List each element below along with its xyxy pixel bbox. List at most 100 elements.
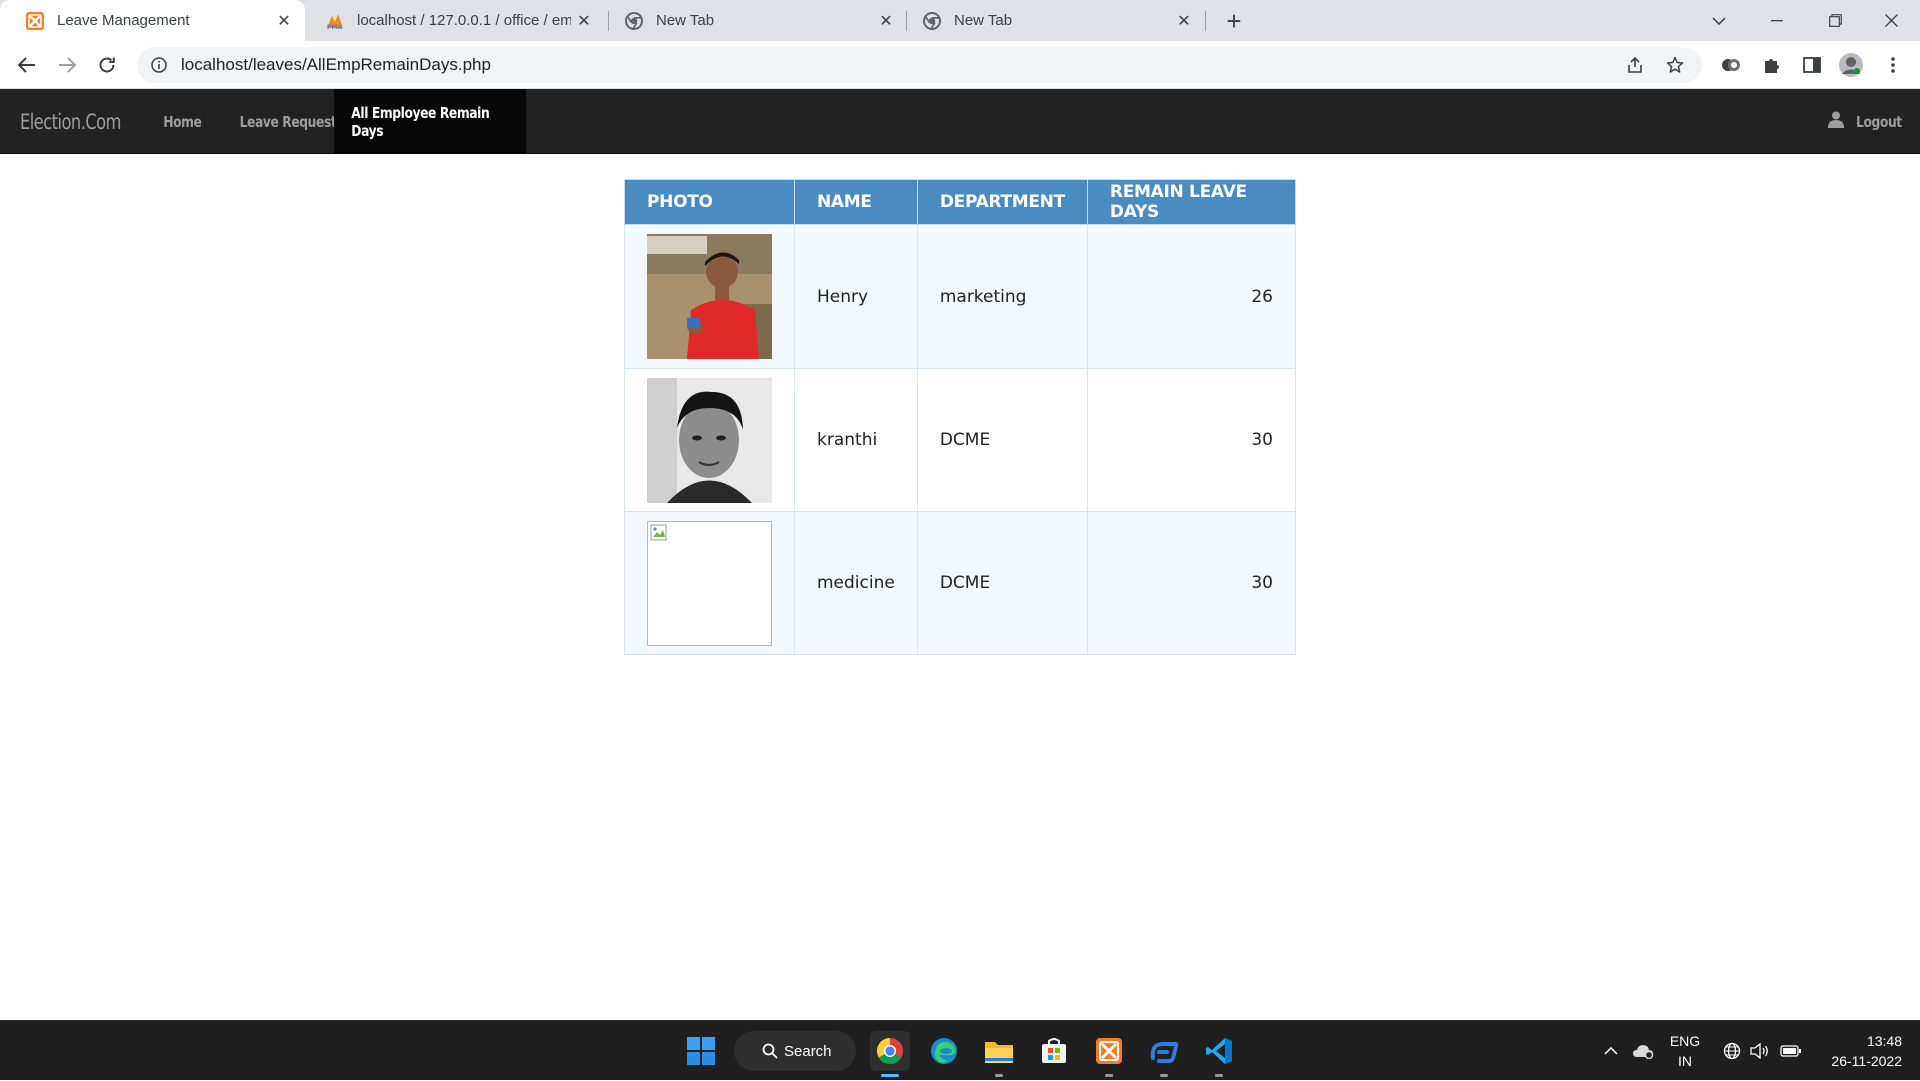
region-label: IN [1678, 1053, 1692, 1069]
header-department: DEPARTMENT [916, 179, 1088, 225]
running-indicator [1105, 1074, 1113, 1077]
reload-button[interactable] [92, 50, 122, 80]
name-cell: medicine [794, 511, 918, 655]
volume-icon[interactable] [1748, 1021, 1772, 1081]
nav-home-label: Home [163, 112, 202, 131]
browser-tab-strip: Leave Management ✕ PMA localhost / 127.0… [0, 0, 1920, 41]
table-header-row: PHOTO NAME DEPARTMENT REMAIN LEAVE DAYS [624, 179, 1297, 225]
photo-cell [624, 368, 795, 512]
extensions-puzzle-icon[interactable] [1757, 50, 1787, 80]
header-remain-leave-days: REMAIN LEAVE DAYS [1086, 179, 1297, 225]
table-row: kranthi DCME 30 [624, 368, 1297, 512]
svg-text:PMA: PMA [327, 24, 342, 30]
employee-table-container: PHOTO NAME DEPARTMENT REMAIN LEAVE DAYS [624, 179, 1297, 655]
close-tab-icon[interactable]: ✕ [1171, 8, 1197, 34]
close-tab-icon[interactable]: ✕ [571, 8, 597, 34]
onedrive-cloud-icon[interactable] [1630, 1021, 1656, 1081]
employee-photo [647, 377, 772, 503]
active-indicator [881, 1074, 899, 1077]
tab-new-tab-1[interactable]: New Tab ✕ [609, 0, 907, 41]
language-indicator[interactable]: ENG IN [1664, 1031, 1706, 1071]
department-cell: DCME [916, 368, 1088, 512]
search-icon [762, 1043, 778, 1059]
forward-button[interactable] [52, 50, 82, 80]
running-indicator [995, 1074, 1003, 1077]
address-bar[interactable]: localhost/leaves/AllEmpRemainDays.php [137, 47, 1702, 83]
battery-icon[interactable] [1778, 1021, 1804, 1081]
employee-remain-days-table: PHOTO NAME DEPARTMENT REMAIN LEAVE DAYS [624, 179, 1297, 655]
chrome-icon [624, 11, 644, 31]
minimize-button[interactable] [1748, 0, 1806, 41]
department-cell: DCME [916, 511, 1088, 655]
url-text: localhost/leaves/AllEmpRemainDays.php [181, 55, 491, 74]
edge-taskbar-icon[interactable] [924, 1031, 964, 1071]
name-cell: Henry [794, 224, 918, 369]
nav-all-employee-remain-days[interactable]: All Employee Remain Days [334, 89, 526, 154]
broken-image-placeholder [647, 520, 772, 646]
running-indicator [1215, 1074, 1223, 1077]
logout-label: Logout [1856, 112, 1902, 131]
photo-cell [624, 511, 795, 655]
chrome-taskbar-icon[interactable] [870, 1031, 910, 1077]
photo-cell [624, 224, 795, 369]
tab-title: Leave Management [57, 12, 190, 29]
close-tab-icon[interactable]: ✕ [873, 8, 899, 34]
brand-link[interactable]: Election.Com [20, 89, 121, 154]
start-windows-icon[interactable] [681, 1031, 721, 1071]
side-panel-icon[interactable] [1797, 50, 1827, 80]
clock-time: 13:48 [1866, 1033, 1902, 1049]
running-indicator [1160, 1074, 1168, 1077]
user-icon [1828, 111, 1845, 132]
close-tab-icon[interactable]: ✕ [271, 8, 297, 34]
site-info-icon[interactable] [149, 55, 169, 75]
tab-title: localhost / 127.0.0.1 / office / em [357, 12, 571, 29]
clock-date: 26-11-2022 [1831, 1053, 1902, 1069]
browser-toolbar: localhost/leaves/AllEmpRemainDays.php [0, 41, 1920, 89]
tab-title: New Tab [954, 12, 1013, 29]
site-navbar: Election.Com Home Leave Request All Empl… [0, 89, 1920, 154]
header-photo: PHOTO [624, 179, 795, 225]
xampp-icon [25, 11, 45, 31]
tab-separator [1205, 11, 1206, 31]
broken-image-icon [650, 524, 667, 540]
chrome-icon [922, 11, 942, 31]
department-cell: marketing [916, 224, 1088, 369]
tab-title: New Tab [656, 12, 715, 29]
language-label: ENG [1669, 1033, 1701, 1049]
taskbar-search[interactable]: Search [734, 1031, 856, 1071]
remain-days-cell: 30 [1086, 368, 1297, 512]
chrome-menu-icon[interactable] [1878, 50, 1908, 80]
xampp-taskbar-icon[interactable] [1089, 1031, 1129, 1077]
search-label: Search [784, 1042, 832, 1060]
restore-button[interactable] [1806, 0, 1864, 41]
nav-leave-request-label: Leave Request [239, 112, 337, 131]
file-explorer-taskbar-icon[interactable] [979, 1031, 1019, 1077]
close-window-button[interactable] [1862, 0, 1920, 41]
tab-new-tab-2[interactable]: New Tab ✕ [907, 0, 1205, 41]
bookmark-star-icon[interactable] [1660, 47, 1690, 83]
extension-icon[interactable] [1716, 50, 1746, 80]
network-globe-icon[interactable] [1720, 1021, 1744, 1081]
vpn-taskbar-icon[interactable] [1144, 1031, 1184, 1077]
share-icon[interactable] [1620, 47, 1650, 83]
tab-leave-management[interactable]: Leave Management ✕ [0, 0, 305, 41]
tab-search-chevron-icon[interactable] [1690, 0, 1748, 41]
header-name: NAME [794, 179, 918, 225]
employee-photo [647, 234, 772, 359]
vscode-taskbar-icon[interactable] [1199, 1031, 1239, 1077]
back-button[interactable] [12, 50, 42, 80]
tab-phpmyadmin[interactable]: PMA localhost / 127.0.0.1 / office / em … [305, 0, 605, 41]
logout-link[interactable]: Logout [1828, 89, 1902, 154]
nav-all-employee-remain-days-label: All Employee Remain Days [351, 103, 490, 140]
clock[interactable]: 13:48 26-11-2022 [1812, 1031, 1902, 1071]
table-row: medicine DCME 30 [624, 511, 1297, 655]
name-cell: kranthi [794, 368, 918, 512]
remain-days-cell: 30 [1086, 511, 1297, 655]
windows-taskbar: Search ENG IN 13:48 26-11-2022 [0, 1020, 1920, 1080]
new-tab-button[interactable]: + [1220, 6, 1248, 36]
phpmyadmin-icon: PMA [325, 11, 345, 31]
table-row: Henry marketing 26 [624, 224, 1297, 369]
microsoft-store-taskbar-icon[interactable] [1034, 1031, 1074, 1071]
show-hidden-icons-chevron[interactable] [1599, 1021, 1623, 1081]
profile-avatar[interactable] [1836, 50, 1866, 80]
